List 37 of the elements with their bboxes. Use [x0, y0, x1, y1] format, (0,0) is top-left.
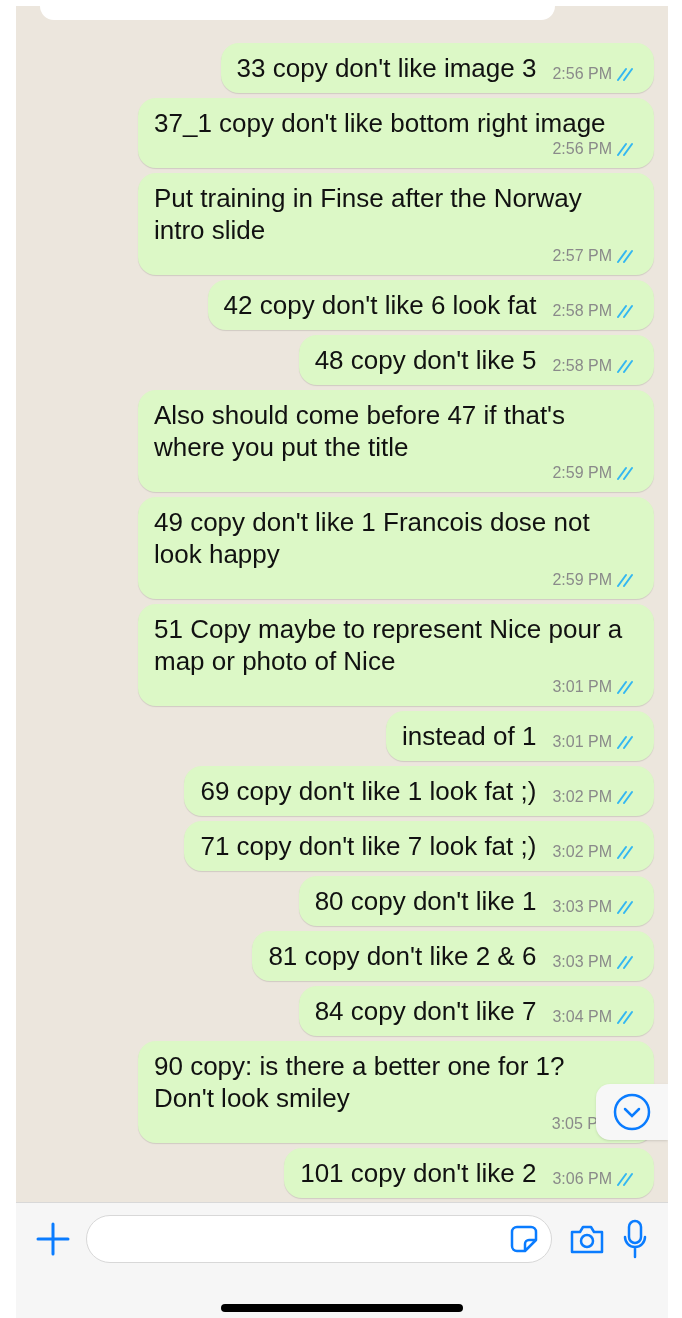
message-text: 84 copy don't like 7 — [314, 995, 537, 1027]
message-time: 2:56 PM — [552, 64, 638, 84]
message-time: 3:01 PM — [552, 732, 638, 752]
message-text: 42 copy don't like 6 look fat — [223, 289, 537, 321]
message-text: 101 copy don't like 2 — [300, 1157, 537, 1189]
message-time: 2:56 PM — [552, 139, 638, 159]
message-text: 48 copy don't like 5 — [314, 344, 537, 376]
plus-icon[interactable] — [36, 1222, 70, 1256]
chevron-down-icon — [613, 1093, 651, 1131]
message-text: 33 copy don't like image 3 — [236, 52, 537, 84]
message-text: instead of 1 — [401, 720, 537, 752]
message-time: 3:01 PM — [552, 677, 638, 697]
message-text: 49 copy don't like 1 Francois dose not look happy — [154, 506, 591, 570]
message-text: 81 copy don't like 2 & 6 — [268, 940, 537, 972]
scroll-down-button[interactable] — [596, 1084, 668, 1140]
message-text: Also should come before 47 if that's where you put the title — [154, 399, 567, 463]
message-text: 69 copy don't like 1 look fat ;) — [200, 775, 537, 807]
message-text: 37_1 copy don't like bottom right image — [154, 107, 606, 139]
message-time: 3:02 PM — [552, 787, 638, 807]
message-time: 3:04 PM — [552, 1007, 638, 1027]
message-time: 2:57 PM — [552, 246, 638, 266]
message-time: 2:58 PM — [552, 301, 638, 321]
message-time: 3:02 PM — [552, 842, 638, 862]
sticker-icon[interactable] — [509, 1224, 539, 1254]
message-time: 2:58 PM — [552, 356, 638, 376]
message-time: 3:03 PM — [552, 897, 638, 917]
message-time: 3:06 PM — [552, 1169, 638, 1189]
message-time: 2:59 PM — [552, 463, 638, 483]
message-text: 80 copy don't like 1 — [314, 885, 537, 917]
message-text: 71 copy don't like 7 look fat ;) — [200, 830, 537, 862]
message-text: 51 Copy maybe to represent Nice pour a map or photo of Nice — [154, 613, 624, 677]
message-text: 90 copy: is there a better one for 1? Don't look smiley — [154, 1050, 565, 1114]
message-text: Put training in Finse after the Norway intro slide — [154, 182, 583, 246]
message-input-field[interactable] — [86, 1215, 552, 1263]
message-time: 3:03 PM — [552, 952, 638, 972]
microphone-icon[interactable] — [622, 1219, 648, 1259]
message-time: 2:59 PM — [552, 570, 638, 590]
